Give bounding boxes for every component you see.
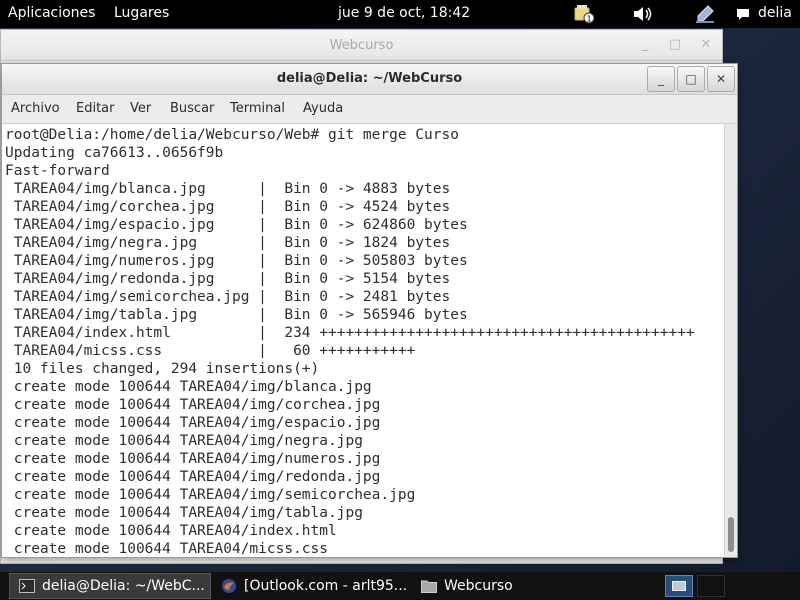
window-controls: _ □ ✕ bbox=[647, 64, 737, 94]
maximize-button[interactable]: □ bbox=[677, 66, 705, 92]
terminal-line: create mode 100644 TAREA04/img/blanca.jp… bbox=[5, 379, 372, 395]
minimize-button[interactable]: _ bbox=[647, 66, 675, 92]
terminal-line: TAREA04/img/tabla.jpg | Bin 0 -> 565946 … bbox=[5, 307, 468, 323]
terminal-text: root@Delia:/home/delia/Webcurso/Web# git… bbox=[2, 124, 724, 557]
accessibility-icon[interactable] bbox=[693, 3, 717, 25]
webcurso-titlebar[interactable]: Webcurso _ □ ✕ bbox=[1, 30, 722, 61]
minimize-button[interactable]: _ bbox=[637, 37, 653, 53]
clock[interactable]: jue 9 de oct, 18:42 bbox=[338, 5, 470, 21]
notifications-icon[interactable]: 1 bbox=[572, 3, 596, 25]
terminal-window-title: delia@Delia: ~/WebCurso bbox=[276, 71, 463, 86]
terminal-titlebar[interactable]: delia@Delia: ~/WebCurso _ □ ✕ bbox=[2, 64, 737, 95]
terminal-line: create mode 100644 TAREA04/img/corchea.j… bbox=[5, 397, 381, 413]
task-files[interactable]: Webcurso bbox=[412, 573, 612, 599]
terminal-line: 10 files changed, 294 insertions(+) bbox=[5, 361, 320, 377]
task-label: [Outlook.com - arlt95... bbox=[244, 578, 408, 594]
terminal-line: root@Delia:/home/delia/Webcurso/Web# git… bbox=[5, 127, 459, 143]
terminal-line: TAREA04/index.html | 234 +++++++++++++++… bbox=[5, 325, 695, 341]
menu-archivo[interactable]: Archivo bbox=[11, 101, 60, 116]
maximize-button[interactable]: □ bbox=[667, 37, 683, 53]
close-button[interactable]: ✕ bbox=[707, 66, 735, 92]
chat-icon[interactable] bbox=[734, 3, 752, 25]
menu-buscar[interactable]: Buscar bbox=[170, 101, 214, 116]
terminal-menubar: Archivo Editar Ver Buscar Terminal Ayuda bbox=[2, 95, 737, 124]
terminal-line: TAREA04/img/corchea.jpg | Bin 0 -> 4524 … bbox=[5, 199, 451, 215]
task-browser[interactable]: [Outlook.com - arlt95... bbox=[212, 573, 412, 599]
menu-ver[interactable]: Ver bbox=[130, 101, 151, 116]
terminal-line: TAREA04/micss.css | 60 +++++++++++ bbox=[5, 343, 416, 359]
top-panel: Aplicaciones Lugares jue 9 de oct, 18:42… bbox=[0, 0, 800, 28]
bottom-panel: delia@Delia: ~/WebC... [Outlook.com - ar… bbox=[0, 572, 800, 600]
workspace-window-preview bbox=[672, 581, 686, 591]
notification-count: 1 bbox=[586, 15, 591, 24]
terminal-line: create mode 100644 TAREA04/img/redonda.j… bbox=[5, 469, 381, 485]
terminal-line: create mode 100644 TAREA04/img/tabla.jpg bbox=[5, 505, 363, 521]
terminal-line: Updating ca76613..0656f9b bbox=[5, 145, 224, 161]
terminal-line: TAREA04/img/semicorchea.jpg | Bin 0 -> 2… bbox=[5, 289, 451, 305]
terminal-window[interactable]: delia@Delia: ~/WebCurso _ □ ✕ Archivo Ed… bbox=[1, 63, 738, 558]
terminal-line: Fast-forward bbox=[5, 163, 110, 179]
applications-menu[interactable]: Aplicaciones bbox=[8, 5, 95, 21]
menu-editar[interactable]: Editar bbox=[76, 101, 115, 116]
user-menu[interactable]: delia bbox=[758, 5, 792, 21]
terminal-output[interactable]: root@Delia:/home/delia/Webcurso/Web# git… bbox=[2, 124, 724, 557]
menu-terminal[interactable]: Terminal bbox=[230, 101, 285, 116]
terminal-line: TAREA04/img/espacio.jpg | Bin 0 -> 62486… bbox=[5, 217, 468, 233]
volume-icon[interactable] bbox=[631, 3, 655, 25]
terminal-scrollbar[interactable] bbox=[724, 124, 737, 557]
workspace-1[interactable] bbox=[665, 575, 693, 597]
scrollbar-thumb[interactable] bbox=[728, 517, 734, 552]
terminal-line: create mode 100644 TAREA04/micss.css bbox=[5, 541, 329, 557]
folder-icon bbox=[420, 578, 438, 594]
terminal-line: create mode 100644 TAREA04/index.html bbox=[5, 523, 337, 539]
terminal-icon bbox=[18, 578, 36, 594]
close-button[interactable]: ✕ bbox=[698, 37, 714, 53]
task-label: Webcurso bbox=[444, 578, 513, 594]
browser-icon bbox=[220, 578, 238, 594]
terminal-line: create mode 100644 TAREA04/img/semicorch… bbox=[5, 487, 416, 503]
terminal-line: create mode 100644 TAREA04/img/espacio.j… bbox=[5, 415, 381, 431]
task-label: delia@Delia: ~/WebC... bbox=[42, 578, 205, 594]
workspace-2[interactable] bbox=[697, 575, 725, 597]
webcurso-window-title: Webcurso bbox=[329, 38, 394, 53]
terminal-line: create mode 100644 TAREA04/img/numeros.j… bbox=[5, 451, 381, 467]
terminal-line: TAREA04/img/numeros.jpg | Bin 0 -> 50580… bbox=[5, 253, 468, 269]
places-menu[interactable]: Lugares bbox=[114, 5, 169, 21]
terminal-line: TAREA04/img/negra.jpg | Bin 0 -> 1824 by… bbox=[5, 235, 451, 251]
terminal-line: TAREA04/img/blanca.jpg | Bin 0 -> 4883 b… bbox=[5, 181, 451, 197]
terminal-line: create mode 100644 TAREA04/img/negra.jpg bbox=[5, 433, 363, 449]
menu-ayuda[interactable]: Ayuda bbox=[303, 101, 343, 116]
task-terminal[interactable]: delia@Delia: ~/WebC... bbox=[9, 573, 211, 599]
terminal-line: TAREA04/img/redonda.jpg | Bin 0 -> 5154 … bbox=[5, 271, 451, 287]
